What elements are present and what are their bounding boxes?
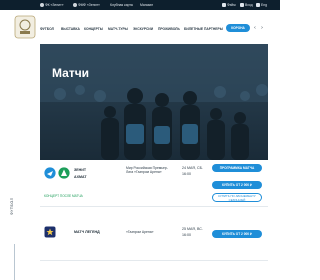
buy-ticket-button[interactable]: КУПИТЬ ОТ 2 000 ₽ xyxy=(212,230,262,238)
match-date: 24 МАЯ, СБ. xyxy=(182,166,203,170)
hero-banner: Матчи xyxy=(40,44,268,160)
event-title: МАТЧ ЛЕГЕНД xyxy=(74,230,100,234)
left-sidebar xyxy=(0,44,33,280)
home-team-name: ЗЕНИТ xyxy=(74,168,87,172)
season-ticket-button[interactable]: КУПИТЬ ПО АБОНЕМЕНТУ СЕЗОННЫЙ xyxy=(212,193,262,202)
match-card: ЗЕНИТ АХМАТ Мир Российская Премьер-Лига … xyxy=(40,160,268,207)
nav-item-excursions[interactable]: ЭКСКУРСИИ xyxy=(133,26,153,32)
topbar-link-fame[interactable]: Фэйм xyxy=(222,2,236,8)
nav-item-exhibition[interactable]: ВЫСТАВКА xyxy=(61,26,80,32)
top-utility-bar: ФК «Зенит» ФМФ «Зенит» Клубная карта Маг… xyxy=(0,0,280,10)
page-title: Матчи xyxy=(52,66,90,80)
sidebar-divider xyxy=(14,244,15,280)
chevron-right-icon[interactable]: › xyxy=(258,24,266,32)
match-date: 25 МАЯ, ВС. xyxy=(182,227,203,231)
players-photo xyxy=(40,44,268,160)
nav-item-match-tours[interactable]: МАТЧ-ТУРЫ xyxy=(108,26,128,32)
fame-icon xyxy=(222,3,226,8)
topbar-link-club-card[interactable]: Клубная карта xyxy=(110,2,133,8)
topbar-lang[interactable]: Eng xyxy=(256,2,267,8)
away-team-name: АХМАТ xyxy=(74,175,87,179)
sidebar-vertical-label: ФУТБОЛ xyxy=(10,197,14,215)
topbar-login[interactable]: Вход xyxy=(240,2,253,8)
legends-match-logo-icon xyxy=(44,226,56,238)
match-program-button[interactable]: ПРОГРАММКА МАТЧА xyxy=(212,164,262,172)
nav-item-stay[interactable]: ПРОЖИВОЛЬ xyxy=(158,26,180,32)
zenit-icon xyxy=(40,3,44,8)
corona-button[interactable]: КОРОНА xyxy=(226,24,250,32)
nav-item-ticket-partners[interactable]: БИЛЕТНЫЕ ПАРТНЕРЫ xyxy=(184,26,223,32)
nav-item-concerts[interactable]: КОНЦЕРТЫ xyxy=(84,26,103,32)
concert-after-match-link[interactable]: КОНЦЕРТ ПОСЛЕ МАТЧА xyxy=(44,194,83,198)
user-icon xyxy=(240,3,244,8)
match-time: 16:00 xyxy=(182,172,191,176)
zenit-crest-icon xyxy=(44,167,56,179)
match-venue: Мир Российская Премьер-Лига «Газпром Аре… xyxy=(126,166,168,175)
match-card: МАТЧ ЛЕГЕНД «Газпром Арена» 25 МАЯ, ВС. … xyxy=(40,218,268,261)
globe-icon xyxy=(256,3,260,8)
akhmat-crest-icon xyxy=(58,167,70,179)
topbar-link-fmf-zenit[interactable]: ФМФ «Зенит» xyxy=(73,2,100,8)
match-time: 16:00 xyxy=(182,233,191,237)
zenit-icon xyxy=(73,3,77,8)
buy-ticket-button[interactable]: КУПИТЬ ОТ 2 000 ₽ xyxy=(212,181,262,189)
topbar-link-fc-zenit[interactable]: ФК «Зенит» xyxy=(40,2,64,8)
nav-item-football[interactable]: ФУТБОЛ xyxy=(40,26,54,32)
match-venue: «Газпром Арена» xyxy=(126,230,154,234)
topbar-link-shop[interactable]: Магазин xyxy=(140,2,153,8)
